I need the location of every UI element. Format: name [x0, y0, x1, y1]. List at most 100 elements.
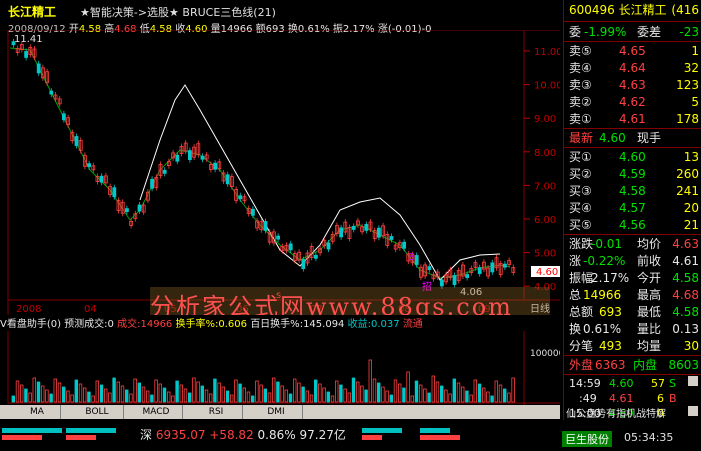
stat-label: 涨: [569, 254, 582, 268]
ask-row[interactable]: 卖① 4.61 178: [569, 111, 699, 127]
volume-bar: [150, 394, 154, 403]
ask-vol: 32: [683, 61, 699, 75]
y-tick-label: 9.00: [534, 114, 556, 125]
index-ticker[interactable]: 深 6935.07 +58.82 0.86% 97.27亿: [140, 426, 346, 443]
volume-bar: [250, 395, 255, 403]
broker-label[interactable]: 巨生股份: [562, 431, 612, 447]
bid-row[interactable]: 买⑤ 4.56 21: [569, 217, 699, 233]
ask-row[interactable]: 卖② 4.62 5: [569, 94, 699, 110]
volume-bar: [99, 384, 104, 403]
tab-dmi[interactable]: DMI: [250, 405, 303, 419]
volume-bar: [238, 383, 242, 403]
bid-vol: 20: [683, 201, 699, 215]
volume-bar: [221, 386, 225, 403]
ask-label: 卖④: [569, 61, 592, 75]
volume-bar: [53, 378, 57, 403]
volume-bar: [427, 392, 431, 403]
volume-bar: [145, 390, 150, 403]
volume-indicator-bar: V看盘助手(0) 预测成交:0 成交:14966 换手率%:0.606 百日换手…: [0, 315, 560, 331]
volume-bar: [120, 385, 125, 403]
hundred-turnover-value: 145.094: [303, 319, 345, 330]
stock-name[interactable]: 长江精工: [8, 3, 56, 20]
volume-bar: [444, 389, 448, 403]
volume-bar: [305, 390, 309, 403]
candle-body: [112, 187, 117, 198]
stat-value: 30: [683, 339, 699, 353]
candle-body: [187, 150, 192, 160]
y-tick-label: 7.00: [534, 181, 556, 192]
kline-chart[interactable]: 11.0010.009.008.007.006.005.004.00 11.41…: [0, 30, 560, 405]
bid-row[interactable]: 买③ 4.58 241: [569, 183, 699, 199]
stat-label: 最高: [637, 288, 662, 302]
candle-body: [87, 163, 91, 168]
bid-price: 4.57: [619, 201, 646, 215]
volume-bar: [368, 359, 372, 403]
volume-bar: [498, 384, 503, 403]
bid-row[interactable]: 买④ 4.57 20: [569, 200, 699, 216]
volume-bar: [414, 380, 419, 403]
volume-bar: [242, 387, 246, 403]
candle-body: [200, 155, 205, 160]
volume-bar: [423, 388, 427, 403]
tab-ma[interactable]: MA: [14, 405, 61, 419]
candle-body: [389, 236, 394, 240]
stat-row: 涨 -0.22% 前收 4.61: [569, 253, 699, 269]
bid-row[interactable]: 买② 4.59 260: [569, 166, 699, 182]
quote-code-name: 600496 长江精工: [569, 3, 667, 17]
price-tag: 4.60: [536, 267, 558, 278]
divider: [564, 355, 701, 356]
candle-body: [490, 262, 495, 273]
latest-row: 最新 4.60 现手: [569, 130, 699, 146]
x-tick-label: 04: [84, 304, 97, 315]
volume-bar: [95, 380, 99, 403]
bid-row[interactable]: 买① 4.60 13: [569, 149, 699, 165]
volume-bar: [389, 394, 393, 403]
volume-bar: [87, 391, 91, 403]
tab-rsi[interactable]: RSI: [190, 405, 243, 419]
volume-bar: [502, 388, 507, 403]
ask-row[interactable]: 卖④ 4.64 32: [569, 60, 699, 76]
volume-bar: [70, 394, 74, 403]
volume-bar: [410, 395, 414, 403]
candle-body: [477, 267, 482, 275]
bid-price: 4.59: [619, 167, 646, 181]
candle-body: [301, 259, 306, 270]
candle-body: [439, 279, 444, 287]
volume-bar: [234, 379, 238, 403]
volume-bar: [280, 385, 284, 403]
candle-body: [414, 255, 419, 265]
ask-row[interactable]: 卖③ 4.63 123: [569, 77, 699, 93]
ask-price: 4.63: [619, 78, 646, 92]
volume-bar: [255, 380, 259, 403]
stat-label: 量比: [637, 322, 662, 336]
volume-bar: [171, 395, 175, 403]
volume-bar: [511, 377, 515, 403]
tab-boll[interactable]: BOLL: [71, 405, 124, 419]
bid-price: 4.58: [619, 184, 646, 198]
tick-dir: S: [669, 377, 676, 390]
stat-label: 前收: [637, 254, 662, 268]
volume-bar: [297, 382, 301, 403]
y-tick-label: 6.00: [534, 215, 556, 226]
candle-body: [427, 266, 432, 271]
ask-row[interactable]: 卖⑤ 4.65 1: [569, 43, 699, 59]
index-change: +58.82: [209, 428, 254, 442]
volume-bar: [364, 389, 368, 403]
candle-body: [49, 90, 54, 95]
stat-value: 0.13: [672, 322, 699, 336]
scroll-up-icon[interactable]: [688, 376, 698, 386]
volume-bar: [208, 393, 213, 403]
volume-bar: [397, 383, 402, 403]
candle-body: [502, 263, 507, 268]
stat-label: 今开: [637, 271, 662, 285]
volume-bar: [112, 377, 116, 403]
helper-label[interactable]: V看盘助手(0) 预测成交:0: [0, 319, 114, 330]
scroll-down-icon[interactable]: [688, 406, 698, 416]
volume-bar: [49, 393, 53, 403]
candle-body: [263, 221, 268, 231]
divider: [564, 374, 701, 375]
watermark: 分析家公式网www.88gs.com: [150, 287, 550, 321]
tab-macd[interactable]: MACD: [130, 405, 183, 419]
volume-bar: [284, 389, 288, 403]
stat-label: 换: [569, 322, 582, 336]
